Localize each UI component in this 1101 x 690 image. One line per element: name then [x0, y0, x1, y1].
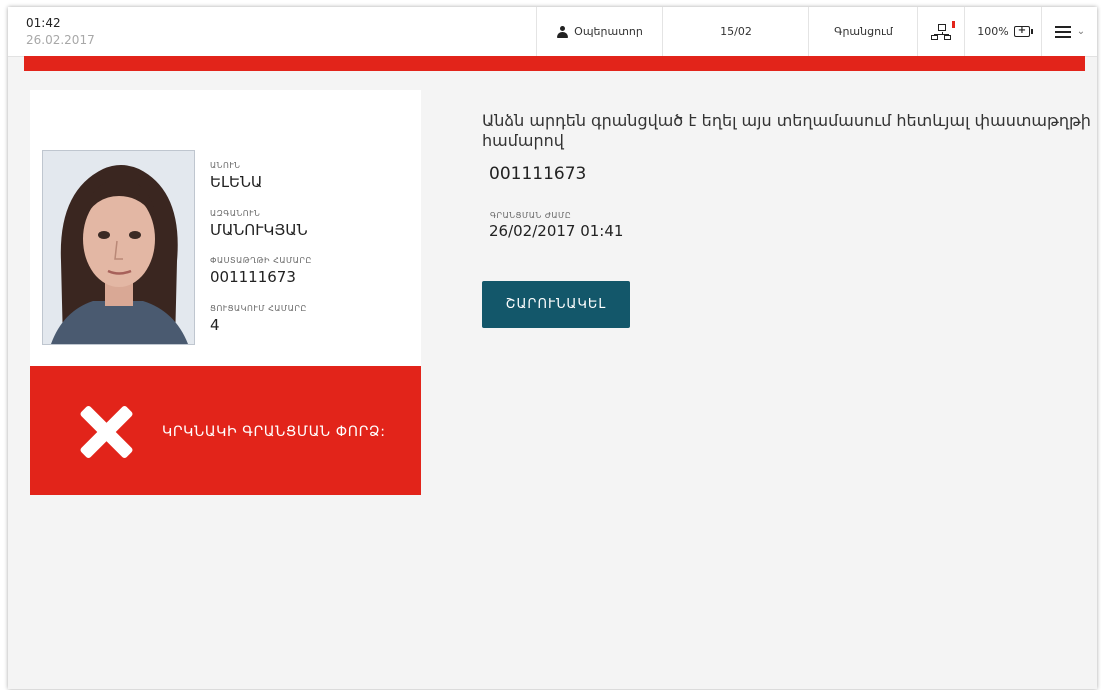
network-alert-icon	[930, 20, 955, 40]
passport-value: 001111673	[210, 268, 296, 286]
voter-card: ԱՆՈՒՆ ԵԼԵՆԱ ԱԶԳԱՆՈՒՆ ՄԱՆՈՒԿՅԱՆ ՓԱՍՏԱԹՂԹԻ…	[30, 90, 421, 495]
name-value: ԵԼԵՆԱ	[210, 173, 263, 191]
app-window: 01:42 26.02.2017 Օպերատոր 15/02 Գրանցում…	[8, 7, 1097, 689]
user-icon	[557, 25, 569, 38]
operator-menu[interactable]: Օպերատոր	[536, 7, 663, 56]
registration-count: 15/02	[662, 7, 809, 56]
registration-tab[interactable]: Գրանցում	[808, 7, 918, 56]
registration-time-value: 26/02/2017 01:41	[489, 222, 624, 240]
operator-label: Օպերատոր	[574, 25, 643, 38]
alert-strip	[24, 56, 1085, 71]
network-status[interactable]	[917, 7, 965, 56]
battery-status: 100% +	[964, 7, 1042, 56]
list-number-label: ՑՈՒՑԱԿՈՒՄ ՀԱՄԱՐԸ	[210, 304, 307, 313]
menu-icon	[1054, 25, 1071, 38]
chevron-down-icon: ⌄	[1076, 26, 1086, 37]
error-message: ԿՐԿՆԱԿԻ ԳՐԱՆՑՄԱՆ ՓՈՐՁ:	[162, 424, 386, 440]
registration-time-label: ԳՐԱՆՑՄԱՆ ԺԱՄԸ	[490, 211, 572, 220]
battery-level: 100%	[977, 25, 1009, 38]
clock-date: 26.02.2017	[26, 33, 95, 47]
voter-photo	[42, 150, 195, 345]
already-registered-message: Անձն արդեն գրանցված է եղել այս տեղամասու…	[482, 111, 1091, 150]
top-bar: 01:42 26.02.2017 Օպերատոր 15/02 Գրանցում…	[8, 7, 1097, 57]
name-label: ԱՆՈՒՆ	[210, 161, 241, 170]
document-number: 001111673	[489, 164, 587, 184]
list-number-value: 4	[210, 316, 220, 334]
error-panel: ԿՐԿՆԱԿԻ ԳՐԱՆՑՄԱՆ ՓՈՐՁ:	[30, 366, 421, 495]
passport-label: ՓԱՍՏԱԹՂԹԻ ՀԱՄԱՐԸ	[210, 256, 312, 265]
battery-icon: +	[1013, 25, 1033, 37]
surname-value: ՄԱՆՈՒԿՅԱՆ	[210, 221, 308, 239]
continue-button[interactable]: ՇԱՐՈՒՆԱԿԵԼ	[482, 281, 630, 328]
main-menu-button[interactable]: ⌄	[1041, 7, 1097, 56]
surname-label: ԱԶԳԱՆՈՒՆ	[210, 209, 261, 218]
clock-time: 01:42	[26, 16, 61, 30]
close-x-icon	[79, 404, 134, 460]
portrait-image	[43, 151, 194, 344]
